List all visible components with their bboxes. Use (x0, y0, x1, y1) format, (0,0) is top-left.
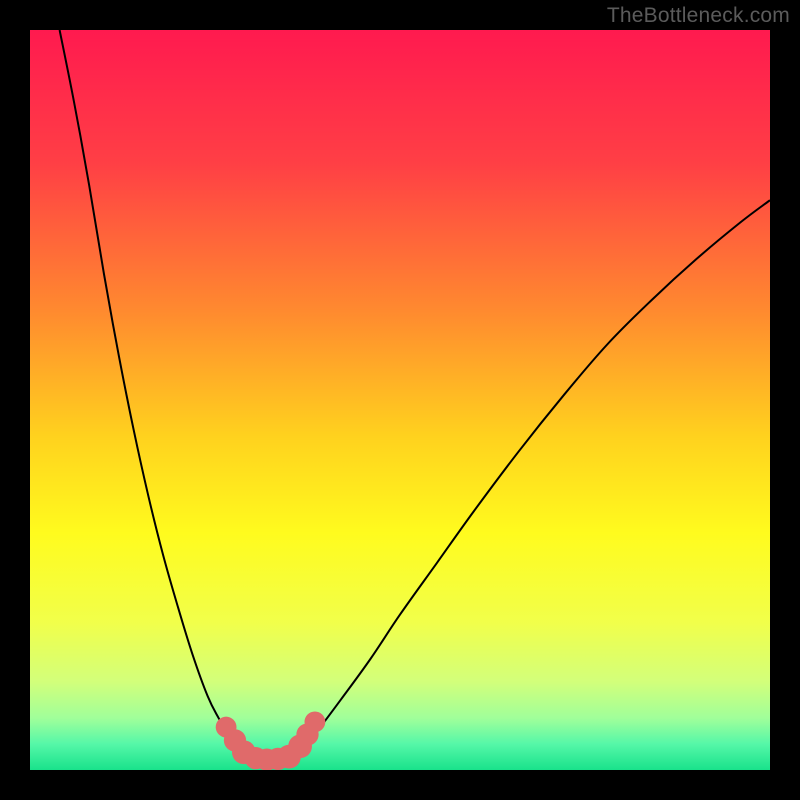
valley-marker (305, 712, 326, 733)
chart-root: TheBottleneck.com (0, 0, 800, 800)
valley-markers (216, 712, 326, 771)
curves-layer (30, 30, 770, 770)
curve-left-branch (60, 30, 252, 759)
watermark-text: TheBottleneck.com (607, 4, 790, 28)
plot-area (30, 30, 770, 770)
curve-right-branch (289, 200, 770, 759)
